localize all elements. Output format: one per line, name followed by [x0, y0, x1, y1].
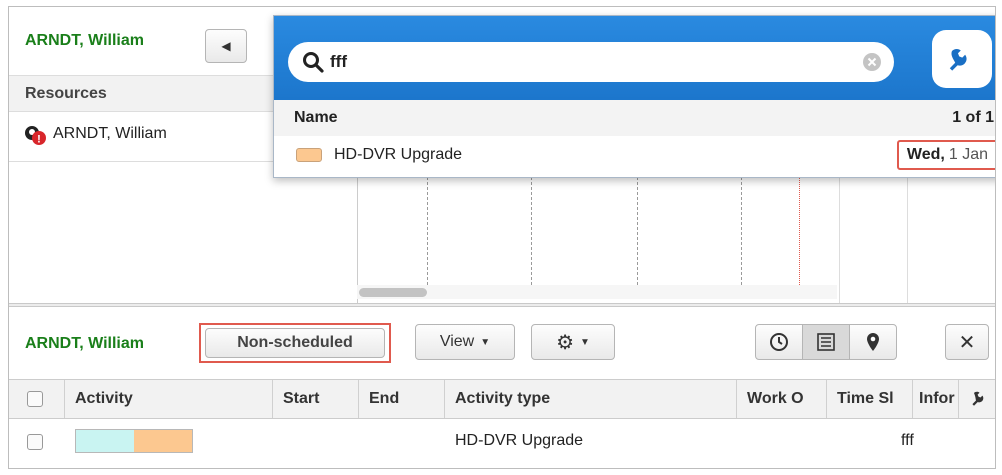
- time-view-button[interactable]: [755, 324, 803, 360]
- resources-title: Resources: [25, 85, 107, 102]
- wrench-icon: [972, 391, 984, 406]
- col-end[interactable]: End: [359, 380, 445, 418]
- search-result-item[interactable]: HD-DVR Upgrade Wed, 1 Jan: [274, 136, 995, 176]
- row-activity-type: HD-DVR Upgrade: [455, 432, 584, 449]
- col-work-order[interactable]: Work O: [737, 380, 827, 418]
- clear-icon[interactable]: [862, 52, 882, 72]
- search-field[interactable]: [288, 42, 894, 82]
- list-icon: [817, 333, 835, 351]
- search-settings-button[interactable]: [932, 30, 992, 88]
- current-time-line: [799, 177, 800, 295]
- resource-name: ARNDT, William: [53, 125, 167, 142]
- search-icon: [303, 52, 324, 73]
- close-icon: ✕: [958, 331, 976, 354]
- col-activity-type[interactable]: Activity type: [445, 380, 737, 418]
- table-row[interactable]: HD-DVR Upgrade fff: [9, 419, 995, 463]
- row-checkbox[interactable]: [27, 434, 43, 450]
- col-time-slot[interactable]: Time Sl: [827, 380, 913, 418]
- horizontal-scrollbar[interactable]: [357, 285, 837, 299]
- search-input[interactable]: [328, 51, 852, 73]
- chevron-left-icon: ◀: [221, 39, 231, 53]
- activity-color-swatch: [75, 429, 193, 453]
- results-header: Name 1 of 1: [274, 100, 995, 137]
- swatch-segment: [134, 430, 192, 452]
- svg-text:!: !: [37, 134, 41, 146]
- gear-icon: ⚙: [556, 331, 575, 354]
- column-settings-button[interactable]: [959, 380, 995, 418]
- col-info[interactable]: Infor: [913, 380, 959, 418]
- activity-table-header: Activity Start End Activity type Work O …: [9, 379, 995, 419]
- result-date: Wed, 1 Jan: [896, 140, 995, 170]
- non-scheduled-button[interactable]: Non-scheduled: [205, 328, 385, 358]
- close-button[interactable]: ✕: [945, 324, 989, 360]
- caret-down-icon: ▼: [480, 336, 491, 348]
- clock-icon: [770, 333, 788, 351]
- list-view-button[interactable]: [802, 324, 850, 360]
- search-header: [274, 16, 995, 100]
- col-start[interactable]: Start: [273, 380, 359, 418]
- view-dropdown[interactable]: View ▼: [415, 324, 515, 360]
- resource-alert-icon: !: [25, 126, 46, 146]
- prev-button[interactable]: ◀: [205, 29, 247, 63]
- map-pin-icon: [867, 333, 879, 351]
- results-count: 1 of 1: [952, 109, 994, 126]
- swatch-segment: [76, 430, 134, 452]
- view-label: View: [439, 333, 475, 350]
- result-color-swatch: [296, 148, 322, 162]
- app-frame: ARNDT, William ◀ Resources ! ARNDT, Will…: [8, 6, 996, 469]
- bottom-resource-name: ARNDT, William: [25, 335, 144, 352]
- grid-line: [531, 177, 532, 295]
- result-day: Wed,: [906, 146, 945, 163]
- caret-down-icon: ▼: [580, 336, 590, 348]
- select-all-cell: [9, 380, 65, 418]
- map-view-button[interactable]: [849, 324, 897, 360]
- wrench-icon: [949, 49, 967, 71]
- search-popup: Name 1 of 1 HD-DVR Upgrade Wed, 1 Jan: [273, 15, 995, 178]
- grid-line: [741, 177, 742, 295]
- result-name: HD-DVR Upgrade: [334, 146, 463, 163]
- grid-line: [427, 177, 428, 295]
- col-activity[interactable]: Activity: [65, 380, 273, 418]
- results-col-name: Name: [294, 109, 338, 126]
- result-date-value: 1 Jan: [948, 146, 988, 163]
- row-info: fff: [901, 432, 914, 449]
- bottom-toolbar: ARNDT, William Non-scheduled View ▼ ⚙ ▼ …: [9, 307, 995, 379]
- select-all-checkbox[interactable]: [27, 391, 43, 407]
- grid-line: [637, 177, 638, 295]
- filter-highlight: Non-scheduled: [199, 323, 391, 363]
- settings-dropdown[interactable]: ⚙ ▼: [531, 324, 615, 360]
- top-resource-name: ARNDT, William: [25, 32, 144, 49]
- scrollbar-thumb[interactable]: [359, 288, 427, 297]
